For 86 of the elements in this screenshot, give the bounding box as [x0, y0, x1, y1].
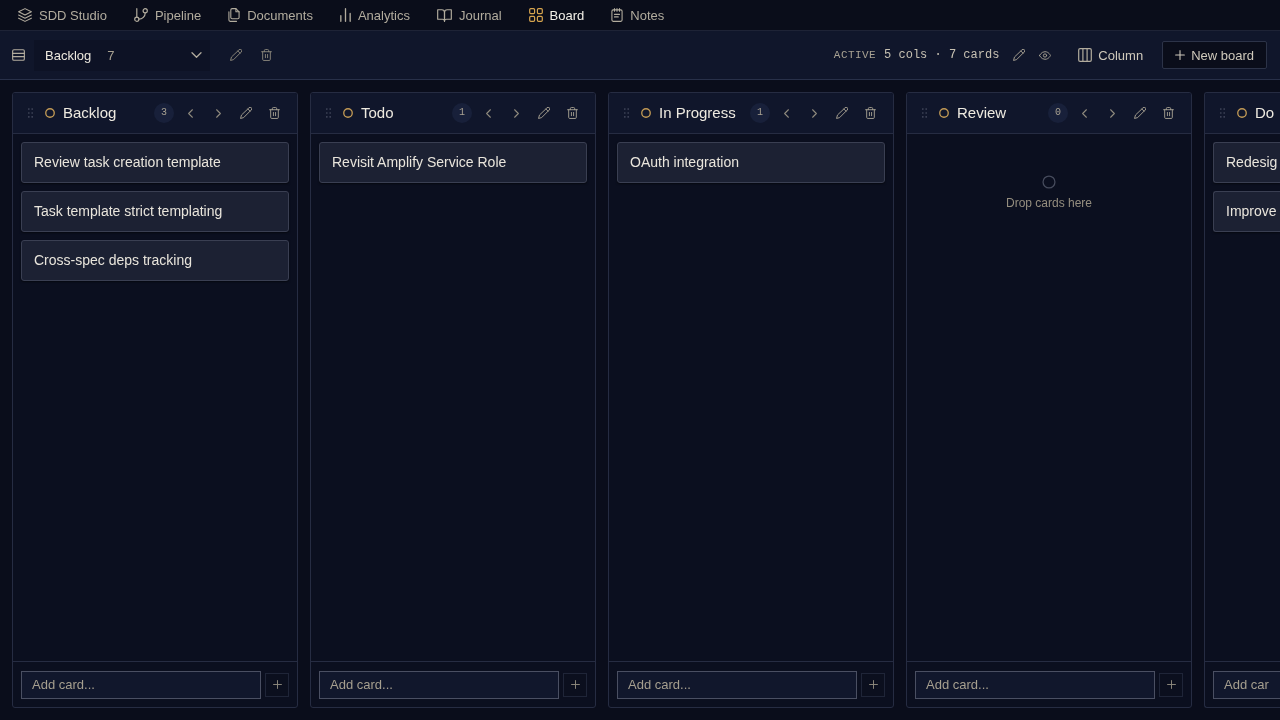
plus-icon: [1175, 50, 1186, 60]
nav-tab[interactable]: Analytics: [339, 8, 410, 22]
empty-hint: Drop cards here: [1005, 195, 1092, 212]
branch-icon: [133, 8, 148, 22]
trash-icon: [1162, 107, 1174, 119]
trash-icon: [260, 49, 272, 61]
pencil-icon: [836, 107, 848, 119]
rename-board-button[interactable]: [227, 46, 245, 64]
add-card-field[interactable]: Add card...: [617, 670, 857, 699]
add-card-button[interactable]: [1159, 672, 1183, 697]
drag-handle-icon: [28, 108, 33, 118]
card-count: 3: [154, 103, 174, 123]
trash-icon: [268, 107, 280, 119]
documents-icon: [228, 8, 241, 22]
eye-icon: [1039, 50, 1052, 60]
plus-icon: [570, 680, 580, 689]
task-card[interactable]: Redesig: [1213, 142, 1280, 183]
add-card-button[interactable]: [265, 672, 289, 697]
pencil-icon: [1134, 107, 1146, 119]
new-board-button[interactable]: New board: [1162, 41, 1267, 69]
chevron-right-icon: [513, 108, 519, 118]
pencil-icon: [230, 49, 242, 61]
layers-icon: [18, 8, 32, 22]
ring-icon: [1237, 108, 1247, 118]
nav-tab[interactable]: Journal: [436, 8, 502, 22]
drag-handle-icon: [922, 108, 927, 118]
drag-handle-icon: [624, 108, 629, 118]
ring-icon: [343, 108, 353, 118]
task-card[interactable]: OAuth integration: [617, 142, 885, 183]
add-card-field[interactable]: Add card...: [21, 670, 261, 699]
chevron-left-icon: [485, 108, 491, 118]
ring-icon: [641, 108, 651, 118]
grid-icon: [528, 8, 543, 22]
chevron-down-icon: [191, 52, 202, 58]
add-card-field[interactable]: Add car: [1213, 670, 1280, 699]
column-title: Review: [957, 102, 1007, 123]
plus-icon: [272, 680, 282, 689]
task-card[interactable]: Task template strict templating: [21, 191, 289, 232]
status-label: ACTIVE: [833, 47, 877, 63]
pencil-icon: [240, 107, 252, 119]
chevron-right-icon: [1109, 108, 1115, 118]
bar-chart-icon: [339, 8, 351, 22]
task-card[interactable]: Improve: [1213, 191, 1280, 232]
drag-handle-icon: [326, 108, 331, 118]
card-count: 1: [750, 103, 770, 123]
add-card-field[interactable]: Add card...: [319, 670, 559, 699]
nav-tab[interactable]: Notes: [611, 8, 665, 22]
nav-tab[interactable]: SDD Studio: [18, 8, 107, 22]
column-title: Backlog: [63, 102, 117, 123]
task-card[interactable]: Cross-spec deps tracking: [21, 240, 289, 281]
task-card[interactable]: Review task creation template: [21, 142, 289, 183]
trash-icon: [864, 107, 876, 119]
drag-handle-icon: [1220, 108, 1225, 118]
columns-icon: [1078, 48, 1093, 62]
trash-icon: [566, 107, 578, 119]
pencil-icon: [1013, 49, 1026, 61]
nav-tab[interactable]: Board: [528, 8, 585, 22]
board-select[interactable]: Backlog 7: [34, 39, 210, 71]
ring-icon: [939, 108, 949, 118]
column-title: Todo: [361, 102, 394, 123]
notepad-icon: [611, 8, 624, 22]
ring-icon: [45, 108, 55, 118]
list-icon: [12, 49, 25, 61]
book-icon: [436, 8, 452, 22]
edit-summary-button[interactable]: [1011, 47, 1028, 63]
chevron-left-icon: [783, 108, 789, 118]
chevron-left-icon: [1081, 108, 1087, 118]
pencil-icon: [538, 107, 550, 119]
plus-icon: [868, 680, 878, 689]
column-view-button[interactable]: Column: [1078, 48, 1144, 62]
card-count: 1: [452, 103, 472, 123]
plus-icon: [1166, 680, 1176, 689]
chevron-right-icon: [215, 108, 221, 118]
column-title: In Progress: [659, 102, 736, 123]
add-card-button[interactable]: [861, 672, 885, 697]
board-summary: 5 cols · 7 cards: [884, 47, 1000, 64]
column-title: Do: [1255, 102, 1275, 123]
nav-tab[interactable]: Pipeline: [133, 8, 202, 22]
chevron-right-icon: [811, 108, 817, 118]
card-count: 0: [1048, 103, 1068, 123]
empty-ring-icon: [1042, 175, 1056, 189]
chevron-left-icon: [187, 108, 193, 118]
nav-tab[interactable]: Documents: [228, 8, 313, 22]
task-card[interactable]: Revisit Amplify Service Role: [319, 142, 587, 183]
add-card-button[interactable]: [563, 672, 587, 697]
add-card-field[interactable]: Add card...: [915, 670, 1155, 699]
